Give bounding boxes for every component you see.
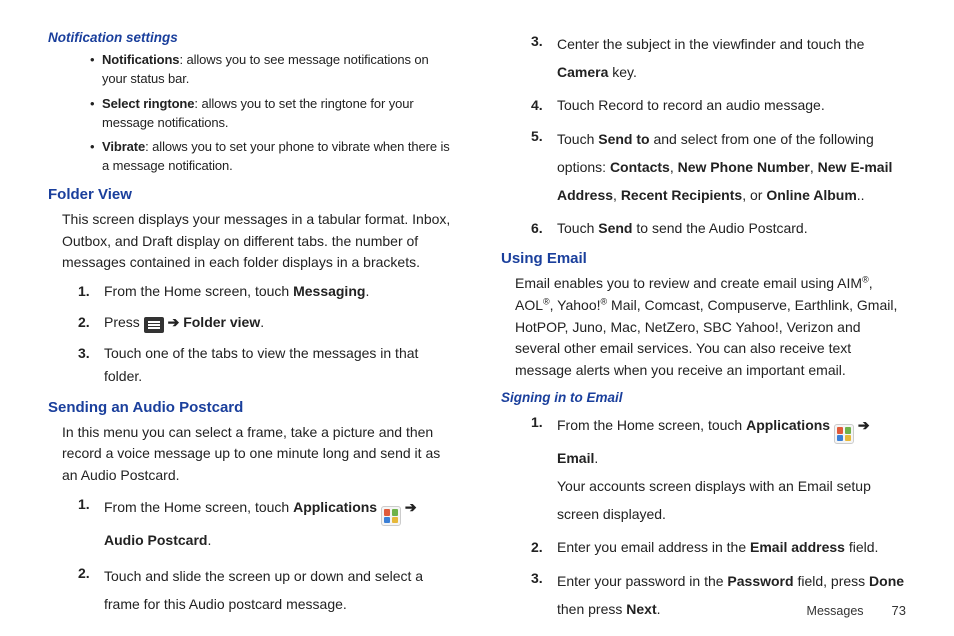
left-column: Notification settings • Notifications: a… [48, 30, 453, 631]
footer-section: Messages [807, 604, 864, 618]
folder-view-steps: 1. From the Home screen, touch Messaging… [78, 280, 453, 388]
step-2: 2. Enter you email address in the Email … [531, 536, 906, 559]
notification-bullets: • Notifications: allows you to see messa… [90, 51, 453, 176]
step-4: 4. Touch Record to record an audio messa… [531, 94, 906, 117]
step-3: 3. Touch one of the tabs to view the mes… [78, 342, 453, 388]
page-footer: Messages 73 [807, 603, 906, 618]
heading-folder-view: Folder View [48, 186, 453, 203]
audio-postcard-steps: 1. From the Home screen, touch Applicati… [78, 493, 453, 619]
bullet-notifications: • Notifications: allows you to see messa… [90, 51, 453, 89]
step-6: 6. Touch Send to send the Audio Postcard… [531, 217, 906, 240]
footer-page-number: 73 [892, 603, 906, 618]
using-email-body: Email enables you to review and create e… [515, 273, 906, 381]
step-1: 1. From the Home screen, touch Applicati… [78, 493, 453, 555]
right-column: 3. Center the subject in the viewfinder … [501, 30, 906, 631]
step-1: 1. From the Home screen, touch Applicati… [531, 411, 906, 529]
folder-view-body: This screen displays your messages in a … [62, 209, 453, 274]
heading-using-email: Using Email [501, 250, 906, 267]
step-2: 2. Press ➔ Folder view. [78, 311, 453, 334]
applications-icon [381, 506, 401, 526]
signing-in-steps: 1. From the Home screen, touch Applicati… [531, 411, 906, 624]
step-1: 1. From the Home screen, touch Messaging… [78, 280, 453, 303]
bullet-vibrate: • Vibrate: allows you to set your phone … [90, 138, 453, 176]
heading-notification-settings: Notification settings [48, 30, 453, 45]
audio-postcard-body: In this menu you can select a frame, tak… [62, 422, 453, 487]
step-5: 5. Touch Send to and select from one of … [531, 125, 906, 209]
heading-audio-postcard: Sending an Audio Postcard [48, 399, 453, 416]
applications-icon [834, 424, 854, 444]
audio-postcard-steps-cont: 3. Center the subject in the viewfinder … [531, 30, 906, 240]
step-3: 3. Center the subject in the viewfinder … [531, 30, 906, 86]
bullet-select-ringtone: • Select ringtone: allows you to set the… [90, 95, 453, 133]
heading-signing-in: Signing in to Email [501, 390, 906, 405]
menu-icon [144, 317, 164, 333]
step-2: 2. Touch and slide the screen up or down… [78, 562, 453, 618]
